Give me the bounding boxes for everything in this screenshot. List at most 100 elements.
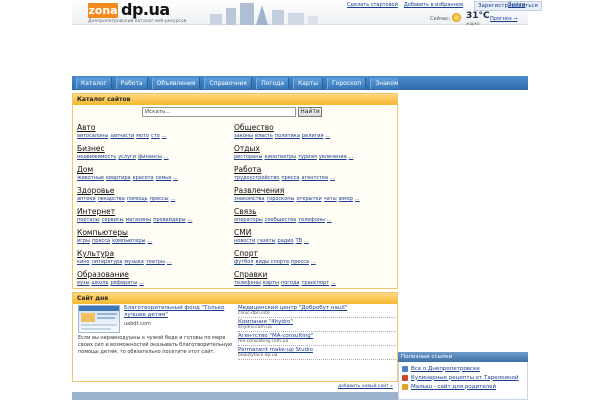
- subcategory-link[interactable]: порталы: [77, 217, 100, 223]
- category-title[interactable]: Работа: [234, 165, 384, 174]
- subcategory-link[interactable]: сообщества: [265, 217, 296, 223]
- more-link[interactable]: ...: [162, 133, 167, 139]
- category-title[interactable]: Культура: [77, 249, 227, 258]
- subcategory-link[interactable]: погода: [281, 280, 300, 286]
- subcategory-link[interactable]: кино: [77, 259, 90, 265]
- subcategory-link[interactable]: животные: [77, 175, 104, 181]
- nav-tab-horoscope[interactable]: Гороскоп: [327, 77, 367, 89]
- subcategory-link[interactable]: красота: [133, 175, 154, 181]
- more-link[interactable]: ...: [325, 133, 330, 139]
- more-link[interactable]: ...: [330, 175, 335, 181]
- subcategory-link[interactable]: новости: [234, 238, 255, 244]
- subcategory-link[interactable]: магазины: [126, 217, 152, 223]
- subcategory-link[interactable]: открытки: [296, 196, 321, 202]
- list-item[interactable]: Все о Днепропетровске: [402, 364, 528, 373]
- useful-link[interactable]: Малыш - сайт для родителей: [411, 384, 496, 390]
- more-link[interactable]: ...: [164, 154, 169, 160]
- category-title[interactable]: Спорт: [234, 249, 384, 258]
- site-thumbnail[interactable]: [78, 305, 120, 333]
- category-title[interactable]: Компьютеры: [77, 228, 227, 237]
- add-site-link[interactable]: добавить новый сайт »: [338, 384, 393, 389]
- list-item[interactable]: Малыш - сайт для родителей: [402, 382, 528, 391]
- subcategory-link[interactable]: рефераты: [110, 280, 137, 286]
- category-title[interactable]: Общество: [234, 123, 384, 132]
- subcategory-link[interactable]: литература: [92, 259, 123, 265]
- more-link[interactable]: ...: [139, 280, 144, 286]
- more-link[interactable]: ...: [304, 238, 309, 244]
- subcategory-link[interactable]: компьютеры: [112, 238, 145, 244]
- subcategory-link[interactable]: агентства: [301, 175, 328, 181]
- subcategory-link[interactable]: транспорт: [301, 280, 329, 286]
- more-link[interactable]: ...: [311, 259, 316, 265]
- subcategory-link[interactable]: пресса: [92, 238, 110, 244]
- subcategory-link[interactable]: законы: [234, 133, 253, 139]
- subcategory-link[interactable]: футбол: [234, 259, 254, 265]
- subcategory-link[interactable]: квартира: [106, 175, 131, 181]
- category-title[interactable]: Авто: [77, 123, 227, 132]
- subcategory-link[interactable]: трудоустройство: [234, 175, 279, 181]
- category-title[interactable]: Связь: [234, 207, 384, 216]
- useful-link[interactable]: Все о Днепропетровске: [411, 366, 480, 372]
- category-title[interactable]: Бизнес: [77, 144, 227, 153]
- category-title[interactable]: Отдых: [234, 144, 384, 153]
- subcategory-link[interactable]: игры: [77, 238, 90, 244]
- subcategory-link[interactable]: недвижимость: [77, 154, 116, 160]
- subcategory-link[interactable]: телефоны: [298, 217, 325, 223]
- subcategory-link[interactable]: школа: [92, 280, 109, 286]
- category-title[interactable]: Дом: [77, 165, 227, 174]
- login-link[interactable]: Войти: [508, 2, 526, 8]
- nav-tab-classifieds[interactable]: Объявления: [151, 77, 201, 89]
- nav-tab-catalog[interactable]: Каталог: [76, 77, 112, 89]
- subcategory-link[interactable]: музыка: [124, 259, 143, 265]
- category-title[interactable]: Здоровье: [77, 186, 227, 195]
- subcategory-link[interactable]: власть: [255, 133, 273, 139]
- nav-tab-jobs[interactable]: Работа: [115, 77, 148, 89]
- subcategory-link[interactable]: увлечения: [319, 154, 347, 160]
- more-link[interactable]: ...: [355, 196, 360, 202]
- more-link[interactable]: ...: [188, 217, 193, 223]
- subcategory-link[interactable]: сто: [151, 133, 160, 139]
- logo-text[interactable]: dp.ua: [121, 1, 170, 19]
- category-title[interactable]: СМИ: [234, 228, 384, 237]
- more-link[interactable]: ...: [173, 175, 178, 181]
- subcategory-link[interactable]: прессы: [150, 196, 169, 202]
- nav-tab-maps[interactable]: Карты: [293, 77, 324, 89]
- more-link[interactable]: ...: [171, 196, 176, 202]
- subcategory-link[interactable]: пресса: [281, 175, 299, 181]
- logo-box[interactable]: zona: [88, 3, 118, 18]
- subcategory-link[interactable]: финансы: [138, 154, 162, 160]
- useful-link[interactable]: Кулинарные рецепты от Тарелкиной: [411, 375, 519, 381]
- subcategory-link[interactable]: туризм: [298, 154, 317, 160]
- subcategory-link[interactable]: театры: [146, 259, 165, 265]
- more-link[interactable]: ...: [327, 217, 332, 223]
- subcategory-link[interactable]: провайдеры: [153, 217, 185, 223]
- more-link[interactable]: ...: [349, 154, 354, 160]
- subcategory-link[interactable]: телефоны: [234, 280, 261, 286]
- forecast-link[interactable]: Прогноз →: [490, 16, 517, 22]
- subcategory-link[interactable]: чаты: [324, 196, 337, 202]
- subcategory-link[interactable]: виды спорта: [256, 259, 289, 265]
- subcategory-link[interactable]: сервисы: [102, 217, 124, 223]
- subcategory-link[interactable]: услуги: [118, 154, 136, 160]
- add-favorites-link[interactable]: Добавить в избранное: [404, 2, 463, 8]
- more-link[interactable]: ...: [167, 259, 172, 265]
- subcategory-link[interactable]: религия: [302, 133, 324, 139]
- search-input[interactable]: Искать...: [142, 107, 296, 117]
- category-title[interactable]: Интернет: [77, 207, 227, 216]
- list-item[interactable]: Кулинарные рецепты от Тарелкиной: [402, 373, 528, 382]
- subcategory-link[interactable]: политика: [275, 133, 300, 139]
- subcategory-link[interactable]: ТВ: [296, 238, 302, 244]
- subcategory-link[interactable]: мото: [136, 133, 149, 139]
- nav-tab-directory[interactable]: Справочник: [204, 77, 253, 89]
- nav-tab-weather[interactable]: Погода: [256, 77, 290, 89]
- subcategory-link[interactable]: автосалоны: [77, 133, 108, 139]
- subcategory-link[interactable]: аптеки: [77, 196, 96, 202]
- subcategory-link[interactable]: знакомства: [234, 196, 265, 202]
- category-title[interactable]: Развлечения: [234, 186, 384, 195]
- subcategory-link[interactable]: карты: [263, 280, 279, 286]
- search-button[interactable]: Найти: [298, 107, 322, 117]
- subcategory-link[interactable]: запчасти: [110, 133, 134, 139]
- subcategory-link[interactable]: операторы: [234, 217, 263, 223]
- subcategory-link[interactable]: вузы: [77, 280, 90, 286]
- category-title[interactable]: Справки: [234, 270, 384, 279]
